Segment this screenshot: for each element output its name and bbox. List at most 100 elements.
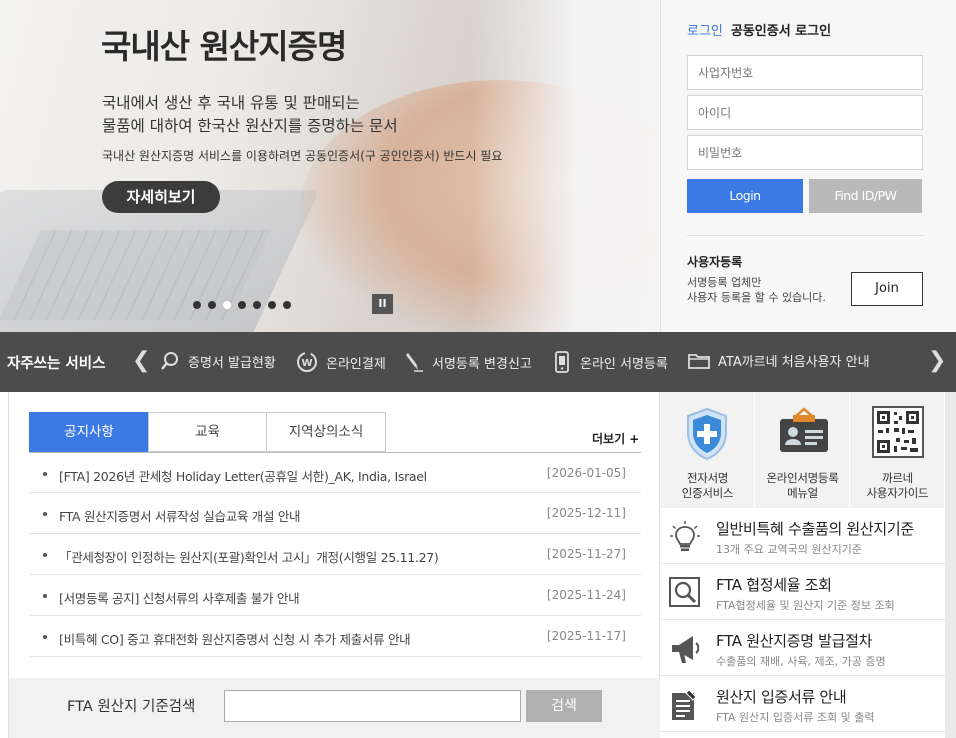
- detail-button[interactable]: 자세히보기: [102, 181, 220, 213]
- megaphone-icon: [672, 636, 700, 663]
- register-description: 서명등록 업체만 사용자 등록을 할 수 있습니다.: [687, 275, 826, 305]
- tab-education[interactable]: 교육: [148, 412, 267, 452]
- bullet: [43, 594, 47, 598]
- notice-title[interactable]: [서명등록 공지] 신청서류의 사후제출 불가 안내: [59, 588, 300, 607]
- bullet: [43, 553, 47, 557]
- service-item-ata-carnet[interactable]: ATA까르네 처음사용자 안내: [688, 351, 870, 370]
- service-label: 온라인결제: [326, 356, 386, 372]
- quick-label-line: 전자서명: [686, 471, 729, 485]
- hero-note: 국내산 원산지증명 서비스를 이용하려면 공동인증서(구 공인인증서) 반드시 …: [102, 149, 503, 163]
- tab-regional-news[interactable]: 지역상의소식: [266, 412, 386, 452]
- service-label: 서명등록 변경신고: [432, 356, 532, 372]
- quick-link-nonpreferential-origin[interactable]: 일반비특혜 수출품의 원산지기준 13개 주요 교역국의 원산지기준: [660, 508, 945, 564]
- service-item-online-payment[interactable]: W 온라인결제: [296, 351, 386, 373]
- chevron-right-icon[interactable]: ❯: [928, 348, 946, 373]
- search-button[interactable]: 검색: [526, 690, 602, 722]
- tab-cert-login[interactable]: 공동인증서 로그인: [731, 20, 831, 39]
- won-coin-icon: W: [297, 352, 317, 372]
- slider-dot[interactable]: [238, 301, 246, 309]
- shield-plus-icon: [687, 407, 727, 461]
- notice-title[interactable]: [비특혜 CO] 중고 휴대전화 원산지증명서 신청 시 추가 제출서류 안내: [59, 629, 411, 648]
- register-desc-line: 사용자 등록을 할 수 있습니다.: [687, 291, 826, 304]
- list-item[interactable]: [서명등록 공지] 신청서류의 사후제출 불가 안내 [2025-11-24]: [29, 575, 641, 616]
- service-label: ATA까르네 처음사용자 안내: [718, 355, 870, 370]
- scrollbar-track[interactable]: [945, 392, 956, 738]
- slider-dot[interactable]: [223, 301, 231, 309]
- login-panel: 로그인 공동인증서 로그인 Login Find ID/PW 사용자등록 서명등…: [660, 0, 956, 332]
- quick-label-line: 까르네: [882, 471, 913, 485]
- hero-description: 국내에서 생산 후 국내 유통 및 판매되는 물품에 대하여 한국산 원산지를 …: [102, 92, 398, 138]
- join-button[interactable]: Join: [851, 272, 923, 306]
- quick-link-subtitle: 수출품의 재배, 사육, 제조, 가공 증명: [716, 655, 886, 668]
- service-label: 온라인 서명등록: [580, 356, 668, 372]
- quick-link-origin-documents[interactable]: 원산지 입증서류 안내 FTA 원산지 입증서류 조회 및 출력: [660, 676, 945, 732]
- notice-title[interactable]: [FTA] 2026년 관세청 Holiday Letter(공휴일 서한)_A…: [59, 466, 427, 485]
- notice-date: [2025-11-17]: [546, 629, 626, 643]
- quick-link-subtitle: 13개 주요 교역국의 원산지기준: [716, 543, 862, 556]
- login-tabs: 로그인 공동인증서 로그인: [687, 20, 831, 39]
- notice-title[interactable]: 「관세청장이 인정하는 원산지(포괄)확인서 고시」개정(시행일 25.11.2…: [59, 547, 439, 566]
- slider-dot[interactable]: [253, 301, 261, 309]
- pause-button[interactable]: II: [372, 294, 393, 314]
- tab-login[interactable]: 로그인: [687, 20, 723, 39]
- notice-list: [FTA] 2026년 관세청 Holiday Letter(공휴일 서한)_A…: [29, 452, 641, 657]
- quick-link-fta-issuance[interactable]: FTA 원산지증명 발급절차 수출품의 재배, 사육, 제조, 가공 증명: [660, 620, 945, 676]
- quick-links: 일반비특혜 수출품의 원산지기준 13개 주요 교역국의 원산지기준 FTA 협…: [660, 508, 945, 732]
- business-number-input[interactable]: [687, 55, 923, 90]
- quick-label: 전자서명 인증서비스: [660, 471, 755, 501]
- bullet: [43, 512, 47, 516]
- service-item-signature-change[interactable]: 서명등록 변경신고: [404, 351, 532, 373]
- hero-sleeve-image: [470, 0, 660, 332]
- bullet: [43, 635, 47, 639]
- quick-link-fta-tariff[interactable]: FTA 협정세율 조회 FTA협정세율 및 원산지 기준 정보 조회: [660, 564, 945, 620]
- quick-item-e-signature[interactable]: 전자서명 인증서비스: [660, 392, 755, 508]
- search-input[interactable]: [224, 690, 521, 722]
- quick-item-online-signature-manual[interactable]: 온라인서명등록 메뉴얼: [755, 392, 850, 508]
- divider: [687, 235, 923, 236]
- list-item[interactable]: [비특혜 CO] 중고 휴대전화 원산지증명서 신청 시 추가 제출서류 안내 […: [29, 616, 641, 657]
- page: 국내산 원산지증명 국내에서 생산 후 국내 유통 및 판매되는 물품에 대하여…: [0, 0, 956, 738]
- list-item[interactable]: 「관세청장이 인정하는 원산지(포괄)확인서 고시」개정(시행일 25.11.2…: [29, 534, 641, 575]
- svg-text:W: W: [301, 358, 312, 369]
- slider-dot[interactable]: [268, 301, 276, 309]
- hero-banner[interactable]: 국내산 원산지증명 국내에서 생산 후 국내 유통 및 판매되는 물품에 대하여…: [0, 0, 660, 332]
- quick-label: 온라인서명등록 메뉴얼: [755, 471, 850, 501]
- id-input[interactable]: [687, 95, 923, 130]
- quick-menu: 전자서명 인증서비스 온라인서명등록 메뉴얼 까르네 사용자가이드: [660, 392, 945, 508]
- service-item-certificate-status[interactable]: 증명서 발급현황: [160, 351, 276, 371]
- quick-label-line: 인증서비스: [681, 486, 734, 500]
- document-pen-icon: [672, 689, 697, 720]
- id-card-icon: [780, 407, 828, 452]
- notice-title[interactable]: FTA 원산지증명서 서류작성 실습교육 개설 안내: [59, 506, 301, 525]
- quick-link-subtitle: FTA 원산지 입증서류 조회 및 출력: [716, 711, 875, 724]
- register-desc-line: 서명등록 업체만: [687, 276, 762, 289]
- service-item-online-signature[interactable]: 온라인 서명등록: [552, 351, 668, 373]
- chevron-left-icon[interactable]: ❮: [132, 348, 150, 373]
- find-id-pw-button[interactable]: Find ID/PW: [809, 179, 922, 213]
- slider-dot[interactable]: [283, 301, 291, 309]
- more-link[interactable]: 더보기 +: [592, 430, 639, 447]
- quick-label: 까르네 사용자가이드: [850, 471, 945, 501]
- list-item[interactable]: [FTA] 2026년 관세청 Holiday Letter(공휴일 서한)_A…: [29, 452, 641, 493]
- quick-label-line: 메뉴얼: [787, 486, 818, 500]
- frequent-services-bar: 자주쓰는 서비스 ❮ 증명서 발급현황 W 온라인결제 서명등록 변경신고 온라…: [0, 332, 956, 392]
- tab-notice[interactable]: 공지사항: [29, 412, 149, 452]
- hero-title: 국내산 원산지증명: [101, 27, 347, 66]
- quick-area: 전자서명 인증서비스 온라인서명등록 메뉴얼 까르네 사용자가이드 일반비특혜 …: [660, 392, 956, 738]
- fta-origin-search: FTA 원산지 기준검색 검색: [9, 678, 661, 738]
- quick-link-subtitle: FTA협정세율 및 원산지 기준 정보 조회: [716, 599, 895, 612]
- quick-label-line: 온라인서명등록: [766, 471, 839, 485]
- password-input[interactable]: [687, 135, 923, 170]
- notice-date: [2025-11-24]: [546, 588, 626, 602]
- list-item[interactable]: FTA 원산지증명서 서류작성 실습교육 개설 안내 [2025-12-11]: [29, 493, 641, 534]
- quick-item-carnet-guide[interactable]: 까르네 사용자가이드: [850, 392, 945, 508]
- qr-code-icon: [872, 406, 924, 458]
- slider-dot[interactable]: [208, 301, 216, 309]
- slider-dot[interactable]: [193, 301, 201, 309]
- quick-link-title: 일반비특혜 수출품의 원산지기준: [716, 520, 914, 538]
- login-button[interactable]: Login: [687, 179, 803, 213]
- hero-desc-line: 물품에 대하여 한국산 원산지를 증명하는 문서: [102, 117, 398, 135]
- quick-link-title: FTA 원산지증명 발급절차: [716, 632, 873, 650]
- notice-date: [2025-11-27]: [546, 547, 626, 561]
- notice-date: [2025-12-11]: [546, 506, 626, 520]
